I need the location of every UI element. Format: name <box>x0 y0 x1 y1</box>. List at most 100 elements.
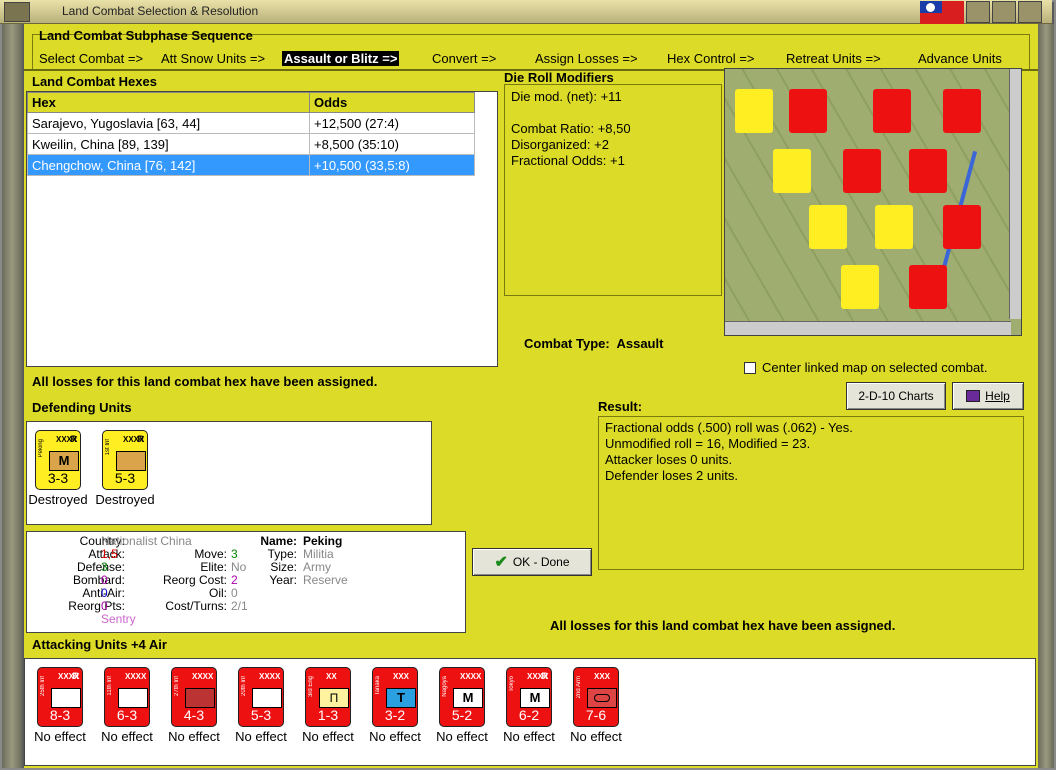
unit-strength: 5-3 <box>114 470 136 486</box>
window-title: Land Combat Selection & Resolution <box>62 4 259 18</box>
close-button[interactable] <box>1018 1 1042 23</box>
window-menu-icon[interactable] <box>4 2 30 22</box>
subphase-step[interactable]: Assault or Blitz => <box>282 51 400 66</box>
subphase-step[interactable]: Advance Units <box>918 51 1002 66</box>
charts-button[interactable]: 2-D-10 Charts <box>846 382 946 410</box>
unit-name: 25th Inf <box>40 676 46 697</box>
unit-symbol-icon <box>252 688 282 708</box>
unit-status: No effect <box>235 729 287 744</box>
help-button[interactable]: Help <box>952 382 1024 410</box>
reserve-marker: R <box>137 434 145 444</box>
ok-done-button[interactable]: ✔ OK - Done <box>472 548 592 576</box>
unit-counter[interactable]: XXXX 11th Inf 6-3 <box>104 667 150 727</box>
unit-symbol-icon: M <box>49 451 79 471</box>
unit-counter[interactable]: XXXX 27th Inf 4-3 <box>171 667 217 727</box>
year-value: Reserve <box>303 573 348 587</box>
losses-assigned-message: All losses for this land combat hex have… <box>32 374 378 389</box>
hex-row[interactable]: Chengchow, China [76, 142] +10,500 (33,5:… <box>27 154 475 176</box>
reserve-marker: R <box>72 671 80 681</box>
unit-counter[interactable]: XXX 2nd Arm 7-6 <box>573 667 619 727</box>
sentry-status: Sentry <box>101 612 136 626</box>
maximize-button[interactable] <box>992 1 1016 23</box>
attacking-units-panel: XXXX 25th Inf R 8-3 No effect XXXX 11th Inf 6-3… <box>24 658 1036 766</box>
unit-symbol-icon <box>116 451 146 471</box>
result-line: Unmodified roll = 16, Modified = 23. <box>605 436 811 451</box>
checkmark-icon: ✔ <box>494 554 508 571</box>
result-line: Attacker loses 0 units. <box>605 452 733 467</box>
subphase-sequence-title: Land Combat Subphase Sequence <box>39 28 253 43</box>
ok-done-label: OK - Done <box>512 555 570 569</box>
defending-units-title: Defending Units <box>32 400 132 415</box>
help-button-label: Help <box>985 389 1010 403</box>
reserve-marker: R <box>541 671 549 681</box>
unit-name: 20th Inf <box>241 676 247 697</box>
map-vertical-scrollbar[interactable] <box>1009 69 1021 319</box>
details-labels-col3: Name: Type: Size: Year: <box>253 535 297 587</box>
modifier-line: Disorganized: +2 <box>511 137 609 152</box>
map-counter <box>875 205 913 249</box>
center-map-checkbox[interactable] <box>744 361 756 374</box>
unit-symbol-icon <box>587 688 617 708</box>
costturns-label: Cost/Turns: <box>165 599 227 613</box>
hex-cell: Kweilin, China [89, 139] <box>27 133 310 155</box>
minimize-button[interactable] <box>966 1 990 23</box>
unit-size: XXXX <box>125 672 147 681</box>
unit-strength: 6-2 <box>518 707 540 723</box>
map-counter <box>789 89 827 133</box>
unit-strength: 1-3 <box>317 707 339 723</box>
details-values-col3: Peking Militia Army Reserve <box>303 535 348 587</box>
hex-row[interactable]: Sarajevo, Yugoslavia [63, 44] +12,500 (27… <box>27 112 475 134</box>
unit-name: 1st Inf <box>105 439 111 456</box>
unit-symbol-icon <box>185 688 215 708</box>
result-title: Result: <box>598 399 643 414</box>
unit-name: 3rd Eng <box>308 676 314 698</box>
map-counter <box>943 89 981 133</box>
odds-cell: +8,500 (35:10) <box>309 133 475 155</box>
column-header-hex[interactable]: Hex <box>27 92 310 113</box>
modifiers-panel: Die mod. (net): +11 Combat Ratio: +8,50 Di… <box>504 84 722 296</box>
hex-cell: Chengchow, China [76, 142] <box>27 154 310 176</box>
unit-symbol-icon: Π <box>319 688 349 708</box>
die-roll-modifiers-title: Die Roll Modifiers <box>504 70 614 85</box>
modifier-line <box>511 105 715 121</box>
unit-status: Destroyed <box>28 492 88 507</box>
center-map-option[interactable]: Center linked map on selected combat. <box>744 360 987 375</box>
combat-type-value: Assault <box>616 336 664 351</box>
unit-symbol-icon <box>118 688 148 708</box>
unit-name: Tanaka <box>375 676 381 696</box>
unit-counter[interactable]: XXXX Peking R M 3-3 <box>35 430 81 490</box>
hex-row[interactable]: Kweilin, China [89, 139] +8,500 (35:10) <box>27 133 475 155</box>
subphase-step[interactable]: Convert => <box>432 51 496 66</box>
column-header-odds[interactable]: Odds <box>309 92 475 113</box>
map-counter <box>843 149 881 193</box>
subphase-step[interactable]: Hex Control => <box>667 51 754 66</box>
subphase-step[interactable]: Retreat Units => <box>786 51 881 66</box>
unit-strength: 5-2 <box>451 707 473 723</box>
right-border <box>1038 24 1054 768</box>
linked-map[interactable] <box>724 68 1022 336</box>
reserve-marker: R <box>70 434 78 444</box>
map-horizontal-scrollbar[interactable] <box>725 321 1011 335</box>
main-panel: Land Combat Subphase Sequence Select Com… <box>24 24 1038 768</box>
subphase-step[interactable]: Select Combat => <box>39 51 143 66</box>
unit-counter[interactable]: XX 3rd Eng Π 1-3 <box>305 667 351 727</box>
unit-status: No effect <box>302 729 354 744</box>
unit-counter[interactable]: XXXX Tokyo R M 6-2 <box>506 667 552 727</box>
unit-counter[interactable]: XXXX 20th Inf 5-3 <box>238 667 284 727</box>
unit-counter[interactable]: XXXX Nagoya M 5-2 <box>439 667 485 727</box>
map-counter <box>773 149 811 193</box>
subphase-step[interactable]: Assign Losses => <box>535 51 638 66</box>
unit-strength: 5-3 <box>250 707 272 723</box>
unit-strength: 3-2 <box>384 707 406 723</box>
unit-counter[interactable]: XXX Tanaka T 3-2 <box>372 667 418 727</box>
unit-counter[interactable]: XXXX 1st Inf R 5-3 <box>102 430 148 490</box>
subphase-step[interactable]: Att Snow Units => <box>161 51 265 66</box>
unit-counter[interactable]: XXXX 25th Inf R 8-3 <box>37 667 83 727</box>
title-bar: Land Combat Selection & Resolution <box>0 0 1052 24</box>
unit-strength: 8-3 <box>49 707 71 723</box>
unit-status: No effect <box>101 729 153 744</box>
unit-details-panel: Country: Attack: Defense: Bombard: Anti-… <box>26 531 466 633</box>
unit-name: 27th Inf <box>174 676 180 697</box>
odds-cell: +12,500 (27:4) <box>309 112 475 134</box>
unit-symbol-icon <box>51 688 81 708</box>
